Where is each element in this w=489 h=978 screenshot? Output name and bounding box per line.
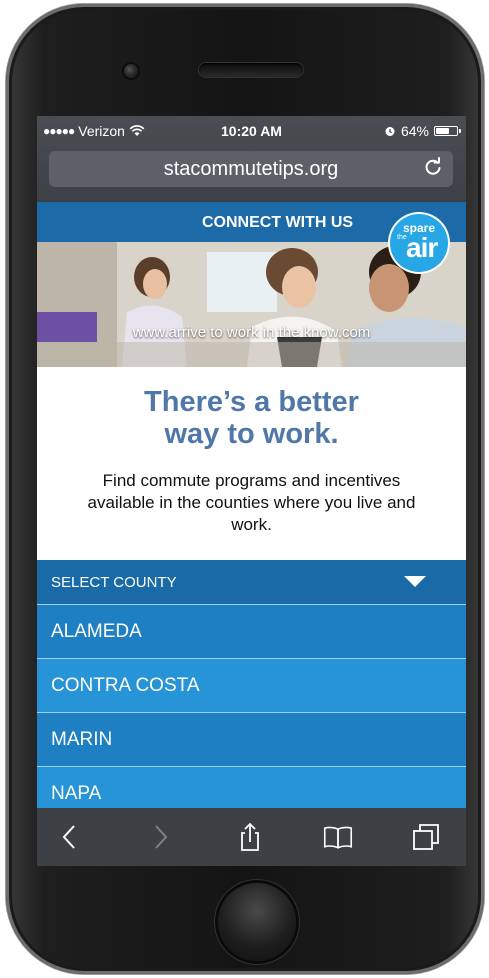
- url-text[interactable]: stacommutetips.org: [49, 158, 453, 181]
- county-item-marin[interactable]: MARIN: [37, 712, 466, 766]
- select-county-label[interactable]: SELECT COUNTY: [51, 574, 177, 591]
- battery-percent: 64%: [400, 123, 429, 139]
- connect-label[interactable]: CONNECT WITH US: [202, 214, 353, 232]
- page-headline: There’s a better way to work.: [37, 386, 466, 450]
- battery-fill: [436, 128, 449, 134]
- county-list: ALAMEDA CONTRA COSTA MARIN NAPA: [37, 604, 466, 820]
- county-item-alameda[interactable]: ALAMEDA: [37, 604, 466, 658]
- tabs-icon[interactable]: [411, 822, 441, 852]
- front-camera: [124, 64, 138, 78]
- home-button[interactable]: [218, 883, 296, 961]
- browser-bottom-toolbar: [37, 808, 466, 866]
- bookmarks-icon[interactable]: [323, 822, 353, 852]
- select-county-dropdown[interactable]: SELECT COUNTY: [37, 560, 466, 604]
- alarm-icon: [385, 127, 395, 136]
- logo-air-word: air: [406, 232, 438, 263]
- status-right-group: 64%: [384, 123, 461, 139]
- county-item-contra-costa[interactable]: CONTRA COSTA: [37, 658, 466, 712]
- hero-tagline: www.arrive to work in the know.com: [132, 324, 371, 341]
- browser-top-chrome: ●●●●● Verizon 10:20 AM 64% stacommutetip…: [37, 116, 466, 202]
- headline-line-1: There’s a better: [144, 386, 359, 418]
- headline-line-2: way to work.: [164, 418, 339, 450]
- reload-icon[interactable]: [423, 157, 443, 177]
- spare-the-air-logo[interactable]: spare the air: [390, 214, 448, 272]
- address-bar[interactable]: stacommutetips.org: [49, 151, 453, 187]
- page-description: Find commute programs and incentives ava…: [87, 471, 416, 534]
- earpiece-speaker: [199, 63, 303, 77]
- dropdown-arrow-icon[interactable]: [404, 576, 426, 587]
- forward-icon[interactable]: [145, 822, 175, 852]
- status-bar: ●●●●● Verizon 10:20 AM 64%: [37, 116, 466, 146]
- battery-icon: [434, 126, 461, 136]
- share-icon[interactable]: [235, 822, 265, 852]
- screen: ●●●●● Verizon 10:20 AM 64% stacommutetip…: [37, 116, 466, 866]
- back-icon[interactable]: [55, 822, 85, 852]
